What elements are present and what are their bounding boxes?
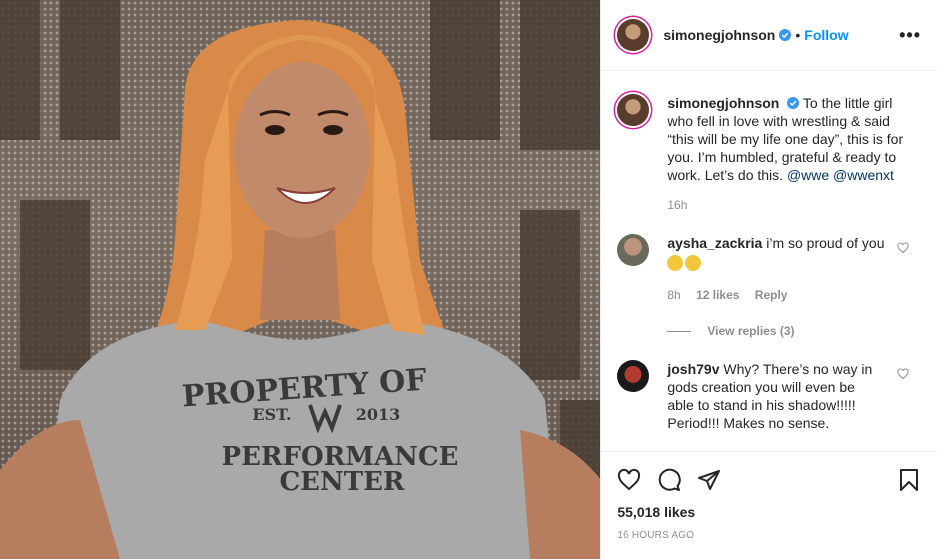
action-bar: 55,018 likes 16 HOURS AGO [601, 451, 937, 541]
reply-button[interactable]: Reply [755, 288, 788, 302]
emoji-group [667, 254, 887, 272]
comment-text: i’m so proud of you [766, 235, 885, 251]
heart-icon[interactable] [617, 468, 641, 492]
comment-username[interactable]: josh79v [667, 361, 719, 377]
view-replies-label: View replies (3) [707, 324, 795, 338]
comment-username[interactable]: aysha_zackria [667, 235, 762, 251]
post-timestamp[interactable]: 16 HOURS AGO [617, 530, 921, 541]
instagram-post: PROPERTY OF EST. 2013 PERFORMANCE CENTER… [0, 0, 937, 559]
comment-likes[interactable]: 12 likes [696, 288, 739, 302]
caption: simonegjohnson To the little girl who fe… [617, 94, 921, 214]
follow-button[interactable]: Follow [804, 27, 848, 43]
verified-icon [787, 97, 800, 109]
heart-icon[interactable] [897, 242, 909, 254]
post-sidebar: simonegjohnson • Follow ••• simonegjohns… [600, 0, 937, 559]
shirt-text-center: CENTER [279, 467, 404, 497]
avatar[interactable] [617, 19, 650, 51]
caption-time[interactable]: 16h [667, 198, 687, 212]
commenter-avatar[interactable] [617, 234, 650, 266]
shirt-text-est: EST. [252, 405, 291, 424]
comment-item: aysha_zackria i’m so proud of you 8h 12 … [617, 234, 921, 304]
header-username[interactable]: simonegjohnson [663, 27, 775, 43]
share-icon[interactable] [697, 468, 721, 492]
comment-item: josh79v Why? There’s no way in gods crea… [617, 360, 921, 432]
commenter-avatar[interactable] [617, 360, 650, 392]
action-icons [617, 460, 921, 500]
caption-avatar[interactable] [617, 94, 650, 126]
view-replies-button[interactable]: View replies (3) [667, 324, 921, 338]
post-header: simonegjohnson • Follow ••• [601, 0, 937, 71]
emoji-icon [667, 255, 684, 271]
post-photo[interactable]: PROPERTY OF EST. 2013 PERFORMANCE CENTER [0, 0, 601, 559]
caption-username[interactable]: simonegjohnson [667, 95, 779, 111]
heart-icon[interactable] [897, 368, 909, 380]
mention-link-wwe[interactable]: @wwe [787, 167, 829, 183]
comments-list[interactable]: simonegjohnson To the little girl who fe… [601, 72, 937, 450]
verified-icon [779, 29, 792, 41]
emoji-icon [685, 255, 702, 271]
bookmark-icon[interactable] [897, 468, 921, 492]
shirt-text-year: 2013 [356, 405, 401, 424]
header-separator: • [795, 27, 801, 43]
comment-time[interactable]: 8h [667, 288, 680, 302]
more-options-icon[interactable]: ••• [899, 25, 921, 46]
divider [667, 330, 692, 332]
mention-link-wwenxt[interactable]: @wwenxt [833, 167, 894, 183]
likes-count[interactable]: 55,018 likes [617, 504, 921, 520]
comment-icon[interactable] [657, 468, 682, 492]
person-figure: PROPERTY OF EST. 2013 PERFORMANCE CENTER [0, 20, 601, 559]
